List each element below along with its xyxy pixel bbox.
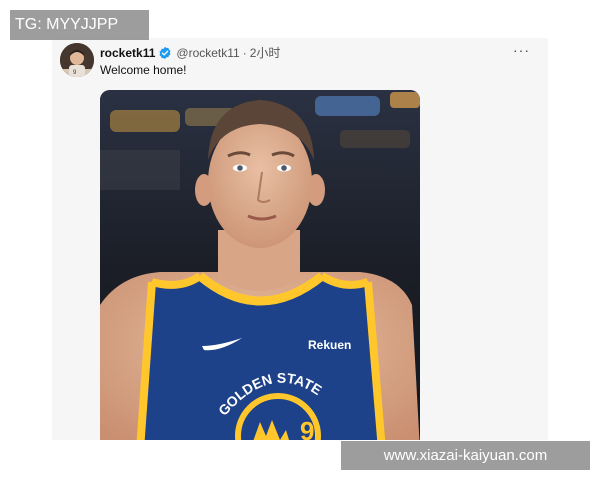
tweet-author-line: rocketk11 @rocketk11 · 2小时 [100,44,280,61]
more-options-icon[interactable]: ··· [513,42,530,58]
player-photo: Rekuen GOLDEN STATE 9 [100,90,420,440]
author-display-name[interactable]: rocketk11 [100,46,155,60]
watermark-bottom-right: www.xiazai-kaiyuan.com [341,441,590,470]
tweet-text: Welcome home! [100,63,187,77]
avatar-image: 9 [60,43,94,77]
meta-separator: · [242,45,247,60]
watermark-top-left: TG: MYYJJPP [10,10,149,40]
avatar[interactable]: 9 [60,43,94,77]
author-handle[interactable]: @rocketk11 [176,46,239,60]
tweet-photo[interactable]: Rekuen GOLDEN STATE 9 [100,90,420,440]
tweet-card[interactable]: 9 rocketk11 @rocketk11 · 2小时 ··· Welcome… [52,38,548,440]
jersey-number: 9 [300,416,314,440]
jersey-sponsor: Rekuen [308,338,351,352]
verified-badge-icon [159,46,171,59]
tweet-timestamp[interactable]: 2小时 [250,44,281,61]
